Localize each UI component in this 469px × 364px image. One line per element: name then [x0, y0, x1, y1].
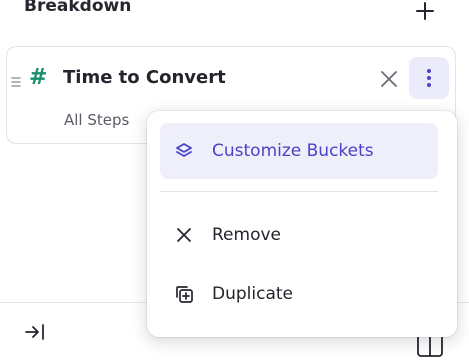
close-icon [177, 228, 191, 242]
hash-icon: # [29, 65, 48, 90]
menu-item-duplicate[interactable]: Duplicate [160, 266, 438, 322]
more-options-button[interactable] [409, 57, 449, 99]
layers-icon [176, 143, 192, 157]
close-icon [381, 71, 397, 87]
drag-handle-icon[interactable] [11, 74, 21, 88]
menu-item-label: Customize Buckets [212, 141, 374, 161]
menu-item-remove[interactable]: Remove [160, 207, 438, 263]
collapse-panel-icon[interactable] [24, 322, 46, 342]
menu-item-label: Remove [212, 225, 281, 245]
menu-item-customize-buckets[interactable]: Customize Buckets [160, 123, 438, 179]
options-dropdown-menu: Customize Buckets Remove Duplicate [147, 111, 457, 337]
duplicate-icon [176, 286, 193, 303]
kebab-icon [427, 69, 431, 87]
menu-divider [160, 191, 438, 192]
remove-property-button[interactable] [377, 67, 401, 91]
property-scope[interactable]: All Steps [64, 111, 129, 129]
property-name[interactable]: Time to Convert [63, 65, 226, 91]
section-title: Breakdown [24, 0, 132, 16]
plus-icon [416, 2, 434, 20]
menu-item-label: Duplicate [212, 284, 293, 304]
add-breakdown-button[interactable] [412, 0, 438, 24]
breakdown-header: Breakdown [0, 0, 469, 28]
